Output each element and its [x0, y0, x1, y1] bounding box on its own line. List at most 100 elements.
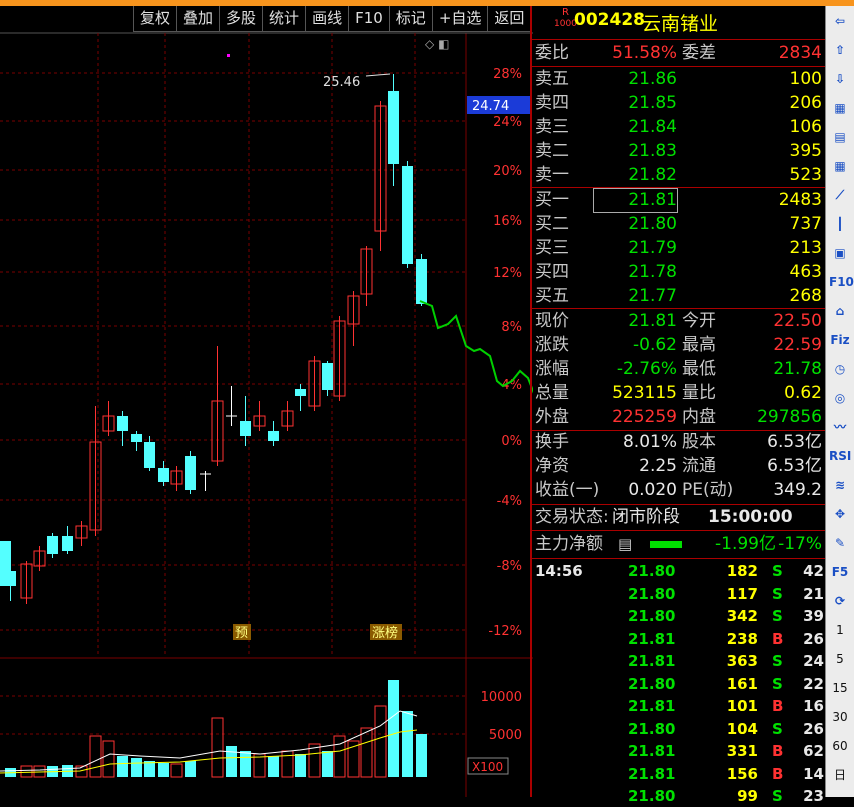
price-tick-label: -12% — [488, 624, 522, 639]
stat-value2: 0.62 — [784, 383, 822, 403]
tick-price: 21.80 — [628, 719, 676, 738]
ask-row[interactable]: 卖一 21.82 523 — [532, 164, 826, 187]
rsi-icon[interactable]: RSI — [829, 445, 851, 467]
tick-time: 14:56 — [535, 562, 583, 580]
separator — [532, 504, 826, 505]
toolbar-btn-8[interactable]: 返回 — [487, 6, 532, 32]
kline-icon[interactable]: ┃ — [829, 213, 851, 235]
main-flow-row[interactable]: 主力净额 ▤ -1.99亿 -17% — [532, 533, 826, 556]
stat-label2: 今开 — [682, 311, 716, 331]
stat-label2: 流通 — [682, 456, 716, 476]
price-tick-label: -4% — [497, 494, 522, 509]
toolbar-btn-2[interactable]: 多股 — [219, 6, 264, 32]
toolbar-btn-4[interactable]: 画线 — [305, 6, 350, 32]
trade-status-row: 交易状态: 闭市阶段 15:00:00 — [532, 506, 826, 529]
volume-bar-down — [295, 754, 306, 777]
bid-price: 21.80 — [628, 214, 677, 234]
status-time: 15:00:00 — [708, 507, 793, 527]
kline-chart[interactable]: 28%24%20%16%12%8%4%0%-4%-8%-12%24.7425.4… — [0, 6, 533, 797]
bid-vol: 737 — [789, 214, 822, 234]
bid-row[interactable]: 买三 21.79 213 — [532, 237, 826, 260]
arrow-left-icon[interactable]: ⇦ — [829, 10, 851, 32]
tick-price: 21.80 — [628, 562, 676, 580]
tick-bs: B — [772, 629, 784, 648]
tick-price: 21.81 — [628, 629, 676, 648]
quote-panel: R 1000 002428 云南锗业 委比 51.58% 委差 2834 卖五 21.86 100 卖… — [530, 6, 826, 805]
tick-price: 21.80 — [628, 787, 676, 805]
volume-bar-down — [144, 761, 155, 777]
toolbar-btn-6[interactable]: 标记 — [388, 6, 433, 32]
window-icon[interactable]: ▣ — [829, 242, 851, 264]
period-15-button[interactable]: 15 — [829, 677, 851, 699]
tick-price: 21.81 — [628, 742, 676, 760]
list-icon[interactable]: ▤ — [829, 126, 851, 148]
move-icon[interactable]: ✥ — [829, 503, 851, 525]
table-icon[interactable]: ▦ — [829, 155, 851, 177]
volume-bar-down — [117, 756, 128, 777]
tick-price: 21.80 — [628, 607, 676, 625]
ask-price: 21.84 — [628, 117, 677, 137]
period-5-button[interactable]: 5 — [829, 648, 851, 670]
tick-vol: 342 — [726, 607, 758, 625]
period-1-button[interactable]: 1 — [829, 619, 851, 641]
building-icon[interactable]: ⌂ — [829, 300, 851, 322]
doc-icon[interactable]: ▤ — [618, 533, 632, 556]
period-day-button[interactable]: 日 — [829, 764, 851, 786]
diamond-icon[interactable]: ◇ — [425, 37, 434, 51]
ask-row[interactable]: 卖三 21.84 106 — [532, 116, 826, 139]
volume-bar-up — [211, 717, 224, 778]
candle-down — [158, 468, 169, 482]
window-toggle-icon[interactable]: ◧ — [438, 37, 449, 51]
main-flow-label: 主力净额 — [535, 534, 603, 554]
tick-row: 21.80 342 S 39 — [532, 605, 826, 627]
ask-row[interactable]: 卖四 21.85 206 — [532, 92, 826, 115]
tick-n: 24 — [803, 652, 824, 670]
fiz-icon[interactable]: Fiz — [829, 329, 851, 351]
high-annotation-arrow — [365, 73, 391, 77]
candle-down — [322, 363, 333, 390]
bid-row[interactable]: 买四 21.78 463 — [532, 261, 826, 284]
candle-down — [388, 91, 399, 164]
ask-row[interactable]: 卖二 21.83 395 — [532, 140, 826, 163]
grid-icon[interactable]: ▦ — [829, 97, 851, 119]
tick-n: 26 — [803, 629, 824, 648]
stat-label2: 最低 — [682, 359, 716, 379]
f10-icon[interactable]: F10 — [829, 271, 854, 293]
stat-row: 换手 8.01% 股本 6.53亿 — [532, 431, 826, 454]
f5-icon[interactable]: F5 — [829, 561, 851, 583]
tick-bs: S — [772, 787, 783, 805]
tick-n: 26 — [803, 719, 824, 738]
bid-label: 买一 — [535, 190, 569, 210]
pen-icon[interactable]: ✎ — [829, 532, 851, 554]
status-value: 闭市阶段 — [612, 507, 680, 527]
stat-value: 523115 — [612, 383, 677, 403]
pattern-icon[interactable]: ≋ — [829, 474, 851, 496]
circle-icon[interactable]: ◎ — [829, 387, 851, 409]
period-30-button[interactable]: 30 — [829, 706, 851, 728]
candle-down — [240, 421, 251, 436]
refresh-icon[interactable]: ⟳ — [829, 590, 851, 612]
toolbar-btn-1[interactable]: 叠加 — [176, 6, 221, 32]
chart-window-icons[interactable]: ◇ ◧ — [425, 37, 449, 51]
clock-icon[interactable]: ◷ — [829, 358, 851, 380]
toolbar-btn-5[interactable]: F10 — [348, 6, 390, 32]
arrow-down-icon[interactable]: ⇩ — [829, 68, 851, 90]
tick-row: 21.81 331 B 62 — [532, 740, 826, 762]
line-chart-icon[interactable]: ⟋ — [829, 184, 851, 206]
bid-row[interactable]: 买五 21.77 268 — [532, 285, 826, 308]
price-tick-label: 24% — [493, 115, 522, 130]
ask-row[interactable]: 卖五 21.86 100 — [532, 68, 826, 91]
toolbar-btn-7[interactable]: +自选 — [431, 6, 489, 32]
arrow-up-icon[interactable]: ⇧ — [829, 39, 851, 61]
stat-value: 225259 — [612, 407, 677, 427]
period-60-button[interactable]: 60 — [829, 735, 851, 757]
stat-value2: 6.53亿 — [767, 456, 822, 476]
stat-value: -0.62 — [633, 335, 677, 355]
bid-vol: 2483 — [778, 190, 822, 210]
toolbar-btn-3[interactable]: 统计 — [262, 6, 307, 32]
bid-row[interactable]: 买一 21.81 2483 — [532, 188, 826, 213]
candle-down — [144, 442, 155, 468]
toolbar-btn-0[interactable]: 复权 — [133, 6, 178, 32]
wave-icon[interactable]: 〰 — [829, 416, 851, 438]
bid-row[interactable]: 买二 21.80 737 — [532, 213, 826, 236]
